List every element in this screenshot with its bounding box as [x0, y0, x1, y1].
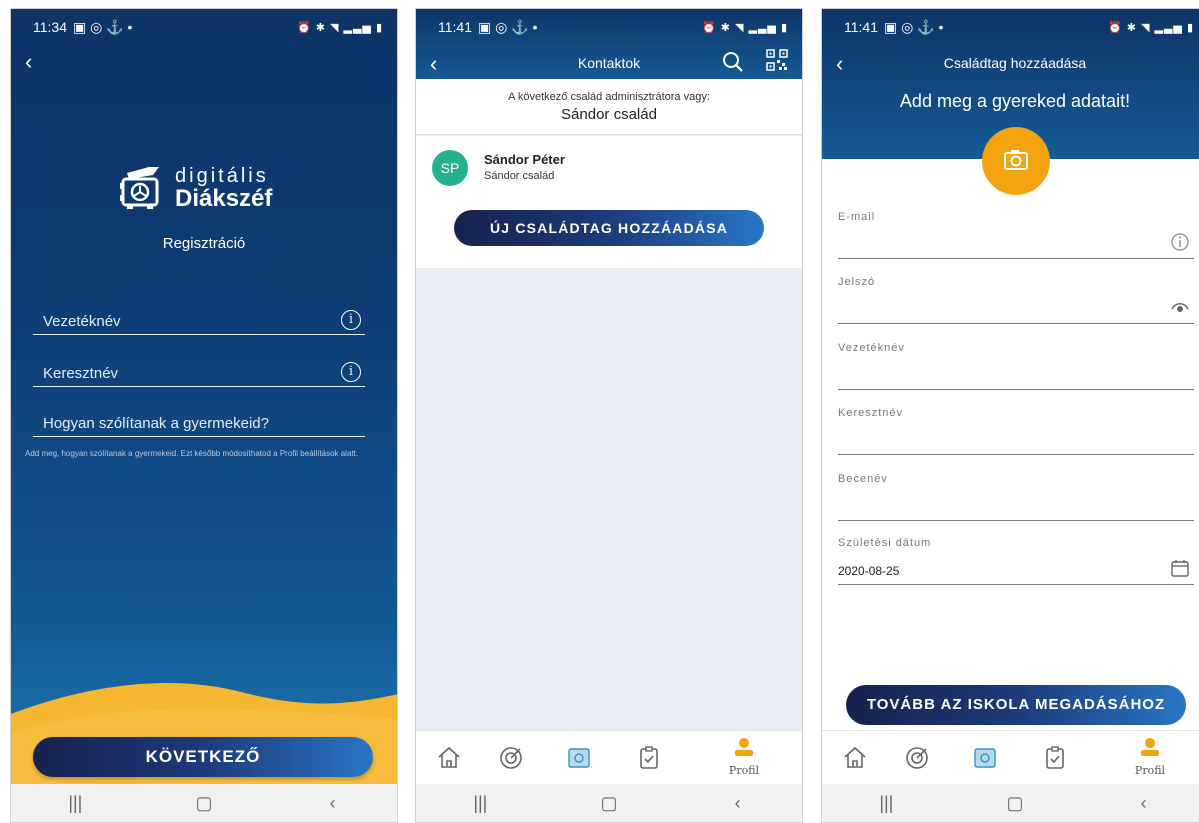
first-name-field[interactable]: Keresztnév [838, 407, 1194, 455]
contact-name: Sándor Péter [484, 152, 565, 167]
nickname-field[interactable]: Becenév [838, 473, 1194, 521]
home-tab-icon[interactable] [842, 745, 868, 771]
status-bar: 11:34 ▣ ◎ ⚓ • ⏰ ✱ ◥ ▂▃▅ ▮ [11, 9, 397, 45]
nickname-field[interactable]: Hogyan szólítanak a gyermekeid? [33, 409, 365, 437]
tasks-tab-icon[interactable] [636, 745, 662, 771]
last-name-label: Vezetéknév [838, 342, 905, 354]
home-icon[interactable]: ▢ [985, 793, 1045, 814]
header: ‹ Kontaktok [416, 49, 802, 79]
back-nav-icon[interactable]: ‹ [1114, 793, 1174, 814]
profile-tab[interactable]: Profil [724, 737, 764, 777]
password-label: Jelszó [838, 276, 876, 288]
contacts-screen: 11:41 ▣ ◎ ⚓ • ⏰ ✱ ◥ ▂▃▅ ▮ ‹ Kontaktok A k… [415, 8, 803, 823]
bottom-tab-bar: Profil [416, 730, 802, 784]
contact-list: SP Sándor Péter Sándor család ÚJ CSALÁDT… [416, 136, 802, 268]
notification-icons: ▣ ◎ ⚓ • [478, 18, 538, 35]
camera-icon [1004, 150, 1028, 170]
info-icon[interactable]: i [341, 310, 361, 330]
status-time: 11:41 [438, 19, 472, 35]
registration-screen: 11:34 ▣ ◎ ⚓ • ⏰ ✱ ◥ ▂▃▅ ▮ ‹ digitális Diá… [10, 8, 398, 823]
last-name-label: Vezetéknév [43, 313, 121, 330]
tasks-tab-icon[interactable] [1042, 745, 1068, 771]
password-field[interactable]: Jelszó [838, 276, 1194, 324]
birth-date-label: Születési dátum [838, 537, 932, 549]
birth-date-value: 2020-08-25 [838, 564, 900, 578]
back-nav-icon[interactable]: ‹ [303, 793, 363, 814]
last-name-field[interactable]: Vezetéknév [838, 342, 1194, 390]
bottom-tab-bar: Profil [822, 730, 1199, 784]
recent-apps-icon[interactable]: ||| [45, 793, 105, 814]
page-title: Családtag hozzáadása [943, 55, 1087, 71]
nickname-label: Hogyan szólítanak a gyermekeid? [43, 415, 269, 432]
add-family-member-button[interactable]: ÚJ CSALÁDTAG HOZZÁADÁSA [454, 210, 764, 246]
system-nav-bar: ||| ▢ ‹ [416, 784, 802, 822]
recent-apps-icon[interactable]: ||| [856, 793, 916, 814]
last-name-field[interactable]: Vezetéknév i [33, 307, 365, 335]
calendar-icon[interactable] [1170, 558, 1190, 578]
add-family-member-screen: 11:41 ▣ ◎ ⚓ • ⏰ ✱ ◥ ▂▃▅ ▮ ‹ Családtag hoz… [821, 8, 1199, 823]
first-name-field[interactable]: Keresztnév i [33, 359, 365, 387]
page-title: Kontaktok [577, 55, 641, 71]
safe-tab-icon[interactable] [972, 745, 998, 771]
contact-family: Sándor család [484, 170, 555, 182]
info-icon[interactable] [1170, 232, 1190, 252]
profile-icon [1141, 738, 1159, 756]
eye-icon[interactable] [1170, 297, 1190, 317]
family-admin-banner: A következő család adminisztrátora vagy:… [416, 79, 802, 135]
avatar: SP [432, 150, 468, 186]
notification-icons: ▣ ◎ ⚓ • [73, 18, 133, 35]
profile-tab-label: Profil [728, 764, 760, 777]
continue-to-school-button[interactable]: TOVÁBB AZ ISKOLA MEGADÁSÁHOZ [846, 685, 1186, 725]
logo-text-bottom: Diákszéf [175, 185, 273, 212]
first-name-label: Keresztnév [43, 365, 119, 382]
email-label: E-mail [838, 211, 876, 223]
safe-logo-icon [120, 167, 159, 209]
home-tab-icon[interactable] [436, 745, 462, 771]
photo-upload-button[interactable] [982, 127, 1050, 195]
profile-icon [735, 738, 753, 756]
qr-code-icon[interactable] [766, 49, 788, 71]
family-name: Sándor család [561, 106, 657, 123]
notification-icons: ▣ ◎ ⚓ • [884, 18, 944, 35]
system-icons: ⏰ ✱ ◥ ▂▃▅ ▮ [701, 21, 788, 34]
profile-tab[interactable]: Profil [1130, 737, 1170, 777]
system-icons: ⏰ ✱ ◥ ▂▃▅ ▮ [1107, 21, 1194, 34]
status-bar: 11:41 ▣ ◎ ⚓ • ⏰ ✱ ◥ ▂▃▅ ▮ [416, 9, 802, 45]
status-bar: 11:41 ▣ ◎ ⚓ • ⏰ ✱ ◥ ▂▃▅ ▮ [822, 9, 1199, 45]
system-nav-bar: ||| ▢ ‹ [11, 784, 397, 822]
email-field[interactable]: E-mail [838, 211, 1194, 259]
birth-date-field[interactable]: Születési dátum 2020-08-25 [838, 537, 1194, 585]
nickname-label: Becenév [838, 473, 888, 485]
safe-tab-icon[interactable] [566, 745, 592, 771]
page-title: Regisztráció [162, 235, 246, 252]
search-icon[interactable] [722, 51, 744, 73]
profile-tab-label: Profil [1134, 764, 1166, 777]
system-icons: ⏰ ✱ ◥ ▂▃▅ ▮ [296, 21, 383, 34]
app-logo: digitális Diákszéf [119, 159, 299, 219]
system-nav-bar: ||| ▢ ‹ [822, 784, 1199, 822]
info-icon[interactable]: i [341, 362, 361, 382]
back-nav-icon[interactable]: ‹ [708, 793, 768, 814]
first-name-label: Keresztnév [838, 407, 904, 419]
goals-tab-icon[interactable] [904, 745, 930, 771]
status-time: 11:41 [844, 19, 878, 35]
page-subtitle: Add meg a gyereked adatait! [899, 91, 1131, 111]
goals-tab-icon[interactable] [498, 745, 524, 771]
recent-apps-icon[interactable]: ||| [450, 793, 510, 814]
header: ‹ Családtag hozzáadása [822, 49, 1199, 79]
status-time: 11:34 [33, 19, 67, 35]
admin-info-text: A következő család adminisztrátora vagy: [508, 91, 710, 103]
home-icon[interactable]: ▢ [174, 793, 234, 814]
home-icon[interactable]: ▢ [579, 793, 639, 814]
back-icon[interactable]: ‹ [25, 49, 32, 75]
helper-text: Add meg, hogyan szólítanak a gyermekeid.… [25, 449, 359, 458]
next-button[interactable]: KÖVETKEZŐ [33, 737, 373, 777]
